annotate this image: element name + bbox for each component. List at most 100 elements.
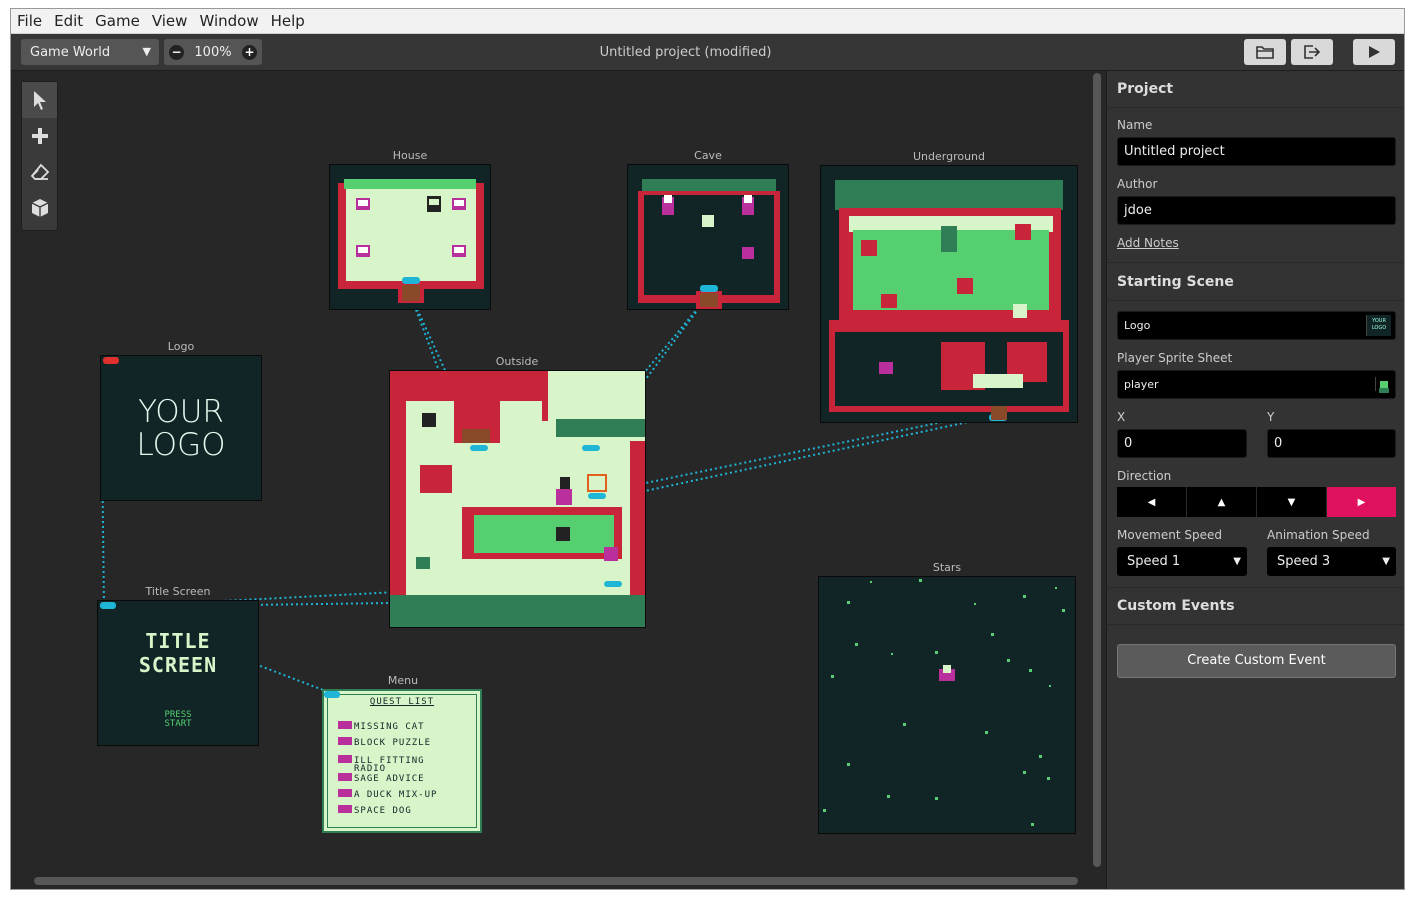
menu-window[interactable]: Window [193, 9, 264, 34]
starting-scene-select[interactable]: Logo YOUR LOGO [1117, 311, 1396, 340]
scene-logo[interactable]: YOUR LOGO [100, 355, 262, 501]
menu-bar: File Edit Game View Window Help [11, 9, 1404, 34]
menu-file[interactable]: File [11, 9, 48, 34]
divider [1107, 587, 1404, 588]
x-label: X [1117, 410, 1126, 424]
cave-map [638, 179, 780, 309]
quest-item: MISSING CAT [338, 719, 437, 735]
export-button[interactable] [1291, 39, 1333, 65]
title-line-1: TITLE [145, 629, 211, 653]
custom-events-section-title: Custom Events [1117, 598, 1235, 614]
scene-underground[interactable] [820, 165, 1078, 423]
chevron-down-icon: ▼ [1233, 556, 1241, 567]
press-start-text: PRESS START [98, 711, 258, 729]
quest-item: SAGE ADVICE [338, 771, 437, 787]
menu-help[interactable]: Help [265, 9, 311, 34]
trigger-marker [324, 691, 340, 698]
animation-speed-label: Animation Speed [1267, 528, 1370, 542]
app-window: File Edit Game View Window Help Untitled… [10, 8, 1405, 890]
stars-map [823, 579, 1065, 826]
play-button[interactable] [1353, 39, 1395, 65]
zoom-out-button[interactable]: − [169, 44, 184, 60]
start-marker [103, 357, 119, 364]
trigger-marker [100, 602, 116, 609]
divider [1107, 262, 1404, 263]
direction-label: Direction [1117, 469, 1172, 483]
toolbar: Untitled project (modified) Game World ▼… [11, 34, 1404, 71]
cube-icon [31, 199, 48, 217]
movement-speed-value: Speed 1 [1127, 554, 1181, 569]
open-folder-button[interactable] [1244, 39, 1286, 65]
vertical-scrollbar[interactable] [1093, 73, 1101, 867]
eraser-tool[interactable] [22, 154, 57, 190]
eraser-icon [30, 163, 49, 180]
x-field[interactable]: 0 [1117, 429, 1247, 458]
name-field[interactable]: Untitled project [1117, 137, 1396, 166]
movement-speed-label: Movement Speed [1117, 528, 1222, 542]
tool-palette [21, 81, 58, 231]
direction-left-button[interactable]: ◀ [1117, 487, 1187, 517]
starting-scene-section-title: Starting Scene [1117, 274, 1234, 290]
world-canvas[interactable]: House Cave Underground Logo YOUR LOGO Ou… [11, 71, 1106, 889]
author-field[interactable]: jdoe [1117, 196, 1396, 225]
quest-item: ILL FITTING RADIO [338, 751, 437, 774]
scene-label-cave: Cave [694, 149, 722, 162]
scene-label-logo: Logo [167, 340, 195, 353]
underground-map [829, 180, 1069, 421]
y-field[interactable]: 0 [1267, 429, 1396, 458]
quest-item: BLOCK PUZZLE [338, 735, 437, 751]
logo-line-1: YOUR [138, 394, 224, 430]
outside-map [390, 371, 645, 627]
scene-label-title-screen: Title Screen [145, 585, 211, 598]
actor-tool[interactable] [22, 190, 57, 226]
sprite-sheet-select[interactable]: player [1117, 370, 1396, 399]
title-text: TITLE SCREEN [98, 629, 258, 677]
horizontal-scrollbar[interactable] [34, 877, 1078, 885]
sprite-sheet-value: player [1124, 378, 1159, 391]
quest-list: MISSING CAT BLOCK PUZZLE ILL FITTING RADI… [338, 719, 437, 819]
scene-label-stars: Stars [932, 561, 962, 574]
author-label: Author [1117, 177, 1158, 191]
direction-up-button[interactable]: ▲ [1187, 487, 1257, 517]
add-notes-link[interactable]: Add Notes [1117, 236, 1179, 250]
scene-thumbnail: YOUR LOGO [1366, 315, 1391, 336]
folder-icon [1256, 46, 1274, 59]
menu-edit[interactable]: Edit [48, 9, 89, 34]
scene-select-value: Game World [30, 44, 111, 60]
zoom-level: 100% [194, 44, 232, 60]
scene-select-dropdown[interactable]: Game World ▼ [21, 39, 159, 65]
cursor-icon [33, 91, 46, 110]
scene-house[interactable] [329, 164, 491, 310]
scene-title-screen[interactable]: TITLE SCREEN PRESS START [97, 600, 259, 746]
menu-game[interactable]: Game [89, 9, 146, 34]
sprite-icon [1375, 377, 1389, 393]
logo-line-2: LOGO [136, 427, 226, 463]
house-map [338, 179, 484, 303]
select-tool[interactable] [22, 82, 57, 118]
y-label: Y [1267, 410, 1275, 424]
create-custom-event-button[interactable]: Create Custom Event [1117, 644, 1396, 678]
start-line: START [164, 719, 192, 729]
scene-menu[interactable]: QUEST LIST MISSING CAT BLOCK PUZZLE ILL … [322, 689, 482, 833]
direction-down-button[interactable]: ▼ [1257, 487, 1327, 517]
animation-speed-select[interactable]: Speed 3 ▼ [1267, 547, 1396, 576]
divider [1107, 300, 1404, 301]
scene-label-underground: Underground [912, 150, 986, 163]
export-icon [1304, 45, 1321, 59]
direction-right-button[interactable]: ▶ [1327, 487, 1396, 517]
scene-stars[interactable] [818, 576, 1076, 834]
chevron-down-icon: ▼ [1382, 556, 1390, 567]
movement-speed-select[interactable]: Speed 1 ▼ [1117, 547, 1247, 576]
zoom-in-button[interactable]: + [241, 44, 257, 60]
add-tool[interactable] [22, 118, 57, 154]
scene-outside[interactable] [389, 370, 646, 628]
scene-label-menu: Menu [387, 674, 419, 687]
properties-sidebar: Project Name Untitled project Author jdo… [1106, 71, 1404, 889]
sprite-sheet-label: Player Sprite Sheet [1117, 351, 1233, 365]
name-label: Name [1117, 118, 1153, 132]
scene-label-outside: Outside [495, 355, 539, 368]
play-icon [1369, 46, 1380, 58]
scene-cave[interactable] [627, 164, 789, 310]
menu-view[interactable]: View [146, 9, 194, 34]
logo-text: YOUR LOGO [101, 396, 261, 462]
